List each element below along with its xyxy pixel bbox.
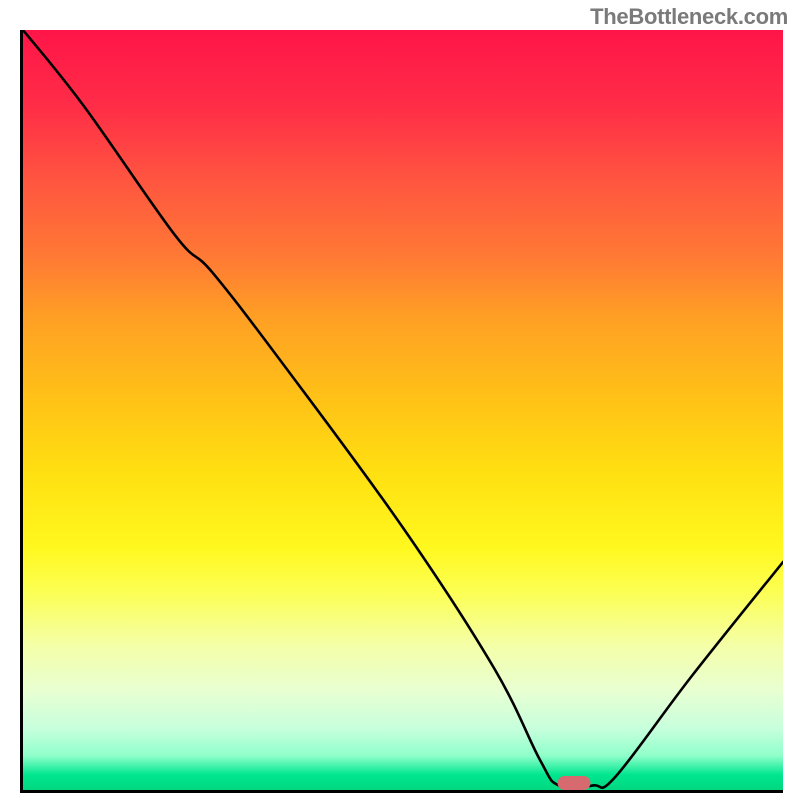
chart-area xyxy=(20,30,783,793)
chart-container: TheBottleneck.com xyxy=(0,0,800,800)
watermark-text: TheBottleneck.com xyxy=(590,4,788,30)
minimum-marker xyxy=(558,776,591,790)
gradient-background xyxy=(23,30,783,790)
